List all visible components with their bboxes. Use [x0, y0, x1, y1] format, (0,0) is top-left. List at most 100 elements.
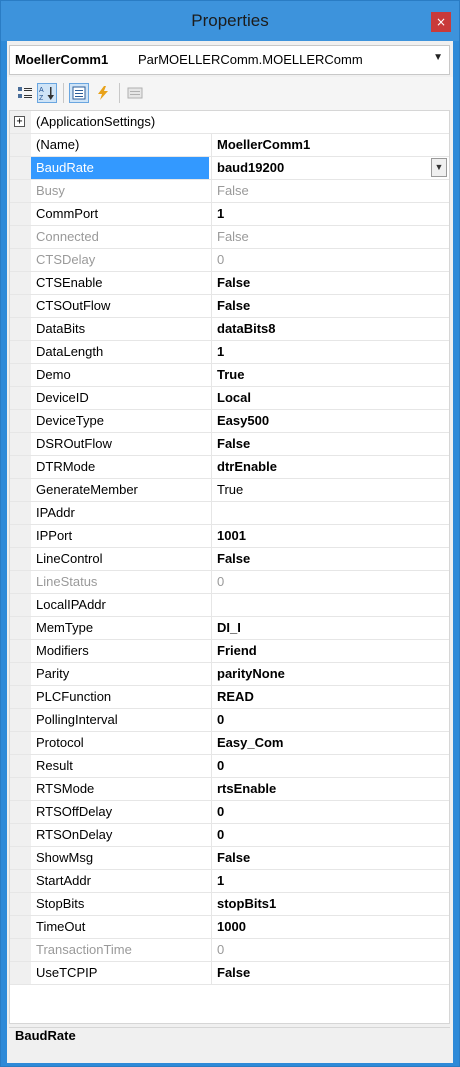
property-name[interactable]: ShowMsg [31, 847, 209, 869]
property-row[interactable]: Modifiers Friend [10, 640, 449, 663]
property-value[interactable]: DI_I [211, 617, 449, 639]
property-name[interactable]: Result [31, 755, 209, 777]
property-value[interactable]: rtsEnable [211, 778, 449, 800]
property-name[interactable]: DSROutFlow [31, 433, 209, 455]
property-name[interactable]: RTSOnDelay [31, 824, 209, 846]
property-name[interactable]: Busy [31, 180, 209, 202]
property-name[interactable]: DeviceType [31, 410, 209, 432]
property-name[interactable]: PLCFunction [31, 686, 209, 708]
property-row[interactable]: TransactionTime 0 [10, 939, 449, 962]
property-name[interactable]: TimeOut [31, 916, 209, 938]
property-row[interactable]: LineStatus 0 [10, 571, 449, 594]
property-value[interactable]: 0 [211, 709, 449, 731]
property-name[interactable]: Demo [31, 364, 209, 386]
property-row[interactable]: GenerateMember True [10, 479, 449, 502]
property-row[interactable]: CTSEnable False [10, 272, 449, 295]
property-name[interactable]: LineStatus [31, 571, 209, 593]
chevron-down-icon[interactable]: ▼ [431, 158, 447, 177]
property-value[interactable] [211, 502, 449, 524]
property-name[interactable]: GenerateMember [31, 479, 209, 501]
property-row[interactable]: TimeOut 1000 [10, 916, 449, 939]
property-value[interactable]: stopBits1 [211, 893, 449, 915]
property-name[interactable]: RTSOffDelay [31, 801, 209, 823]
chevron-down-icon[interactable]: ▼ [433, 52, 443, 63]
property-row[interactable]: ShowMsg False [10, 847, 449, 870]
property-row[interactable]: LineControl False [10, 548, 449, 571]
property-row[interactable]: DataLength 1 [10, 341, 449, 364]
property-value[interactable]: dtrEnable [211, 456, 449, 478]
property-name[interactable]: Modifiers [31, 640, 209, 662]
property-value[interactable]: 0 [211, 939, 449, 961]
property-value[interactable]: False [211, 433, 449, 455]
property-value[interactable]: dataBits8 [211, 318, 449, 340]
property-pages-icon[interactable] [125, 83, 145, 103]
property-name[interactable]: DTRMode [31, 456, 209, 478]
property-row[interactable]: DTRMode dtrEnable [10, 456, 449, 479]
property-value[interactable]: False [211, 226, 449, 248]
property-value[interactable]: 1 [211, 870, 449, 892]
property-value[interactable]: 1000 [211, 916, 449, 938]
property-row[interactable]: PollingInterval 0 [10, 709, 449, 732]
expand-icon[interactable]: + [14, 116, 25, 127]
property-name[interactable]: MemType [31, 617, 209, 639]
property-value[interactable]: Easy500 [211, 410, 449, 432]
property-row[interactable]: Parity parityNone [10, 663, 449, 686]
property-row[interactable]: DeviceType Easy500 [10, 410, 449, 433]
events-icon[interactable] [93, 83, 113, 103]
property-row[interactable]: Connected False [10, 226, 449, 249]
property-value[interactable]: Local [211, 387, 449, 409]
alphabetical-icon[interactable]: A Z [37, 83, 57, 103]
property-name[interactable]: StartAddr [31, 870, 209, 892]
property-row[interactable]: CTSOutFlow False [10, 295, 449, 318]
property-name[interactable]: LineControl [31, 548, 209, 570]
property-row[interactable]: IPAddr [10, 502, 449, 525]
property-value[interactable]: 1 [211, 341, 449, 363]
property-value[interactable]: MoellerComm1 [211, 134, 449, 156]
property-value[interactable]: 0 [211, 755, 449, 777]
property-value[interactable]: 0 [211, 824, 449, 846]
property-value[interactable]: Friend [211, 640, 449, 662]
properties-icon[interactable] [69, 83, 89, 103]
property-value[interactable]: Easy_Com [211, 732, 449, 754]
property-row[interactable]: DeviceID Local [10, 387, 449, 410]
property-value[interactable]: 1001 [211, 525, 449, 547]
property-row[interactable]: IPPort 1001 [10, 525, 449, 548]
property-row[interactable]: CTSDelay 0 [10, 249, 449, 272]
property-row[interactable]: StopBits stopBits1 [10, 893, 449, 916]
property-value[interactable]: False [211, 295, 449, 317]
property-row[interactable]: BaudRate baud19200 ▼ [10, 157, 449, 180]
property-row[interactable]: CommPort 1 [10, 203, 449, 226]
property-row[interactable]: RTSOnDelay 0 [10, 824, 449, 847]
title-bar[interactable]: Properties × [1, 1, 459, 41]
property-name[interactable]: CommPort [31, 203, 209, 225]
property-value[interactable]: False [211, 180, 449, 202]
property-value[interactable]: 0 [211, 571, 449, 593]
property-name[interactable]: CTSOutFlow [31, 295, 209, 317]
property-row[interactable]: Protocol Easy_Com [10, 732, 449, 755]
property-name[interactable]: (Name) [31, 134, 209, 156]
property-name[interactable]: RTSMode [31, 778, 209, 800]
property-name[interactable]: IPPort [31, 525, 209, 547]
property-value[interactable]: 0 [211, 801, 449, 823]
property-value[interactable]: baud19200 [211, 157, 449, 179]
property-name[interactable]: Protocol [31, 732, 209, 754]
property-row[interactable]: RTSMode rtsEnable [10, 778, 449, 801]
property-row[interactable]: RTSOffDelay 0 [10, 801, 449, 824]
property-name[interactable]: LocalIPAddr [31, 594, 209, 616]
property-name[interactable]: DataBits [31, 318, 209, 340]
property-name[interactable]: BaudRate [31, 157, 209, 179]
property-name[interactable]: CTSEnable [31, 272, 209, 294]
property-name[interactable]: TransactionTime [31, 939, 209, 961]
property-row[interactable]: LocalIPAddr [10, 594, 449, 617]
close-button[interactable]: × [431, 12, 451, 32]
property-name[interactable]: StopBits [31, 893, 209, 915]
property-value[interactable]: False [211, 962, 449, 984]
property-value[interactable]: True [211, 479, 449, 501]
property-value[interactable]: False [211, 272, 449, 294]
property-name[interactable]: UseTCPIP [31, 962, 209, 984]
property-row[interactable]: PLCFunction READ [10, 686, 449, 709]
property-row[interactable]: DSROutFlow False [10, 433, 449, 456]
property-name[interactable]: PollingInterval [31, 709, 209, 731]
property-value[interactable]: 1 [211, 203, 449, 225]
property-name[interactable]: Parity [31, 663, 209, 685]
